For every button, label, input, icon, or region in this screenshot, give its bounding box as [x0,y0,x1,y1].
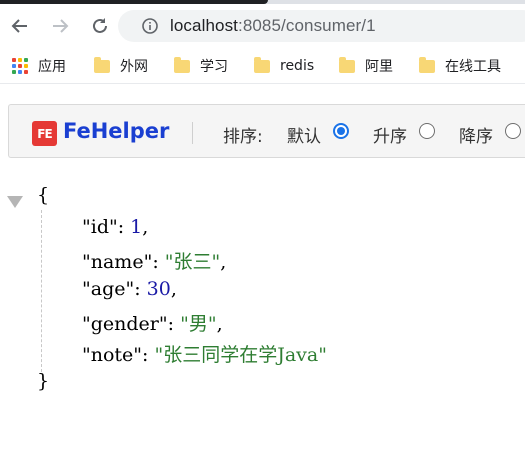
sort-option-desc-label[interactable]: 降序 [459,122,493,147]
bookmark-redis[interactable]: redis [254,56,314,76]
folder-icon [254,56,270,73]
json-value: 30 [146,278,171,300]
url-path: :8085/consumer/1 [238,16,376,35]
json-close-brace: } [37,370,50,392]
json-colon: : [167,313,181,335]
back-button[interactable] [6,12,34,40]
json-value: 1 [130,216,143,238]
bookmark-label: 外网 [120,59,148,75]
json-field-id: "id": 1, [82,216,148,238]
url-host: localhost [170,16,238,35]
folder-icon [94,56,110,73]
bookmark-label: 在线工具 [445,59,501,75]
json-colon: : [117,216,131,238]
info-icon[interactable] [142,18,158,34]
sort-option-default-label[interactable]: 默认 [287,122,321,147]
bookmarks-bar: 应用 外网 学习 redis 阿里 在线工具 [0,48,525,84]
sort-default-radio[interactable] [333,123,349,139]
fehelper-logo-icon: FE [32,121,57,146]
indent-guide [41,210,42,372]
bookmark-ali[interactable]: 阿里 [339,56,393,76]
fehelper-toolbar: FE FeHelper 排序: 默认 升序 降序 [8,104,525,158]
json-viewer: { "id": 1, "name": "张三", "age": 30, "gen… [0,170,525,464]
reload-icon [93,18,107,33]
fehelper-title[interactable]: FeHelper [63,119,169,143]
sort-label: 排序: [223,127,263,147]
json-colon: : [152,251,165,273]
json-open-brace: { [37,184,50,206]
bookmark-label: redis [280,58,315,74]
json-comma: , [170,278,177,300]
json-key: "note" [82,344,143,366]
bookmark-label: 学习 [200,59,228,75]
bookmark-waiwang[interactable]: 外网 [94,56,148,76]
bookmark-xuexi[interactable]: 学习 [174,56,228,76]
collapse-triangle-icon[interactable] [7,196,23,208]
divider [192,122,193,144]
sort-asc-radio[interactable] [419,123,435,139]
json-key: "gender" [82,313,168,335]
json-field-note: "note": "张三同学在学Java" [82,340,327,367]
url-text[interactable]: localhost:8085/consumer/1 [170,16,376,36]
forward-arrow-icon [53,19,69,33]
json-colon: : [142,344,155,366]
bookmark-label: 应用 [38,59,66,75]
browser-toolbar: localhost:8085/consumer/1 [0,4,525,48]
folder-icon [419,56,435,73]
sort-option-asc-label[interactable]: 升序 [373,122,407,147]
bookmark-online-tools[interactable]: 在线工具 [419,56,501,76]
bookmark-apps[interactable]: 应用 [12,56,66,76]
json-comma: , [142,216,149,238]
back-arrow-icon [11,19,27,33]
json-field-age: "age": 30, [82,278,177,300]
json-key: "id" [82,216,118,238]
json-key: "name" [82,251,153,273]
json-colon: : [134,278,147,300]
json-key: "age" [82,278,135,300]
sort-desc-radio[interactable] [505,123,521,139]
folder-icon [339,56,355,73]
json-comma: , [220,251,227,273]
apps-grid-icon [12,58,28,74]
json-field-name: "name": "张三", [82,247,226,274]
address-bar[interactable]: localhost:8085/consumer/1 [118,10,525,42]
folder-icon [174,56,190,73]
json-value: "男" [180,313,217,335]
reload-button[interactable] [86,12,114,40]
json-comma: , [216,313,223,335]
json-field-gender: "gender": "男", [82,309,223,336]
bookmark-label: 阿里 [365,59,393,75]
forward-button[interactable] [46,12,74,40]
json-value: "张三" [164,251,221,273]
json-value: "张三同学在学Java" [154,344,328,366]
